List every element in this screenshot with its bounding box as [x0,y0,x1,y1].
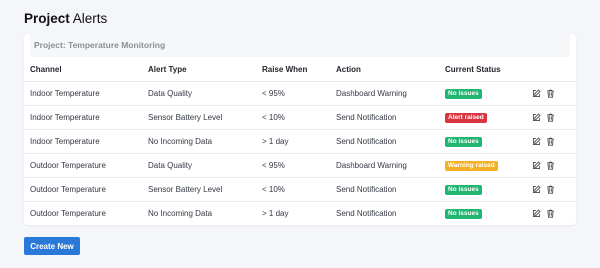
header-alert-type: Alert Type [148,57,262,82]
cell-alert-type: Data Quality [148,81,262,106]
cell-action: Dashboard Warning [336,153,445,178]
project-label: Project: Temperature Monitoring [30,34,570,57]
cell-channel: Indoor Temperature [24,129,148,154]
table-row: Indoor Temperature Data Quality < 95% Dashb… [24,81,576,106]
status-badge: Warning raised [445,161,498,171]
header-action: Action [336,57,445,82]
cell-alert-type: No Incoming Data [148,129,262,154]
page-title-bold: Project [24,11,70,26]
edit-icon[interactable] [532,113,541,122]
cell-raise-when: < 95% [262,153,336,178]
status-badge: No issues [445,185,482,195]
cell-action: Send Notification [336,129,445,154]
cell-action: Send Notification [336,209,397,218]
cell-row-actions [531,129,576,154]
trash-icon[interactable] [546,209,555,218]
cell-raise-when: < 10% [262,105,336,130]
header-row-actions [531,57,576,82]
header-channel: Channel [24,57,148,82]
table-row: Outdoor Temperature Sensor Battery Level <… [24,177,576,202]
cell-alert-type: No Incoming Data [148,209,213,218]
page-title-rest: Alerts [72,11,108,26]
cell-current-status: Warning raised [445,153,531,178]
trash-icon[interactable] [546,113,555,122]
status-badge: Alert raised [445,113,487,123]
cell-raise-when: > 1 day [262,209,289,218]
alerts-table: Channel Alert Type Raise When Action Cur… [24,57,576,225]
cell-channel: Outdoor Temperature [30,209,106,218]
edit-icon[interactable] [532,185,541,194]
trash-icon[interactable] [546,185,555,194]
cell-channel: Outdoor Temperature [24,153,148,178]
cell-current-status: No issues [445,129,531,154]
cell-alert-type: Data Quality [148,153,262,178]
trash-icon[interactable] [546,89,555,98]
cell-raise-when: > 1 day [262,129,336,154]
cell-row-actions [531,202,576,226]
cell-current-status: No issues [445,81,531,106]
edit-icon[interactable] [532,89,541,98]
trash-icon[interactable] [546,137,555,146]
page-title: Project Alerts [24,10,107,28]
table-row: Indoor Temperature No Incoming Data > 1 da… [24,129,576,154]
cell-current-status: No issues [445,202,531,226]
cell-alert-type: Sensor Battery Level [148,105,262,130]
edit-icon[interactable] [532,137,541,146]
cell-raise-when: < 95% [262,81,336,106]
cell-row-actions [531,105,576,130]
cell-current-status: Alert raised [445,105,531,130]
cell-action: Send Notification [336,105,445,130]
edit-icon[interactable] [532,209,541,218]
trash-icon[interactable] [546,161,555,170]
cell-row-actions [531,177,576,202]
alerts-card: Project: Temperature Monitoring Channel … [24,34,576,225]
table-row: Indoor Temperature Sensor Battery Level < … [24,105,576,130]
cell-action: Send Notification [336,177,445,202]
cell-channel: Indoor Temperature [24,81,148,106]
header-raise-when: Raise When [262,57,336,82]
cell-row-actions [531,81,576,106]
status-badge: No issues [445,209,482,219]
create-new-button[interactable]: Create New [24,237,80,255]
header-current-status: Current Status [445,57,531,82]
status-badge: No issues [445,137,482,147]
edit-icon[interactable] [532,161,541,170]
cell-channel: Outdoor Temperature [24,177,148,202]
cell-alert-type: Sensor Battery Level [148,177,262,202]
table-row: Outdoor Temperature Data Quality < 95% Dash… [24,153,576,178]
table-header-row: Channel Alert Type Raise When Action Cur… [24,57,576,82]
table-row: Outdoor Temperature No Incoming Data > 1 d… [24,202,576,226]
cell-action: Dashboard Warning [336,81,445,106]
cell-raise-when: < 10% [262,177,336,202]
cell-row-actions [531,153,576,178]
status-badge: No issues [445,89,482,99]
cell-current-status: No issues [445,177,531,202]
cell-channel: Indoor Temperature [24,105,148,130]
